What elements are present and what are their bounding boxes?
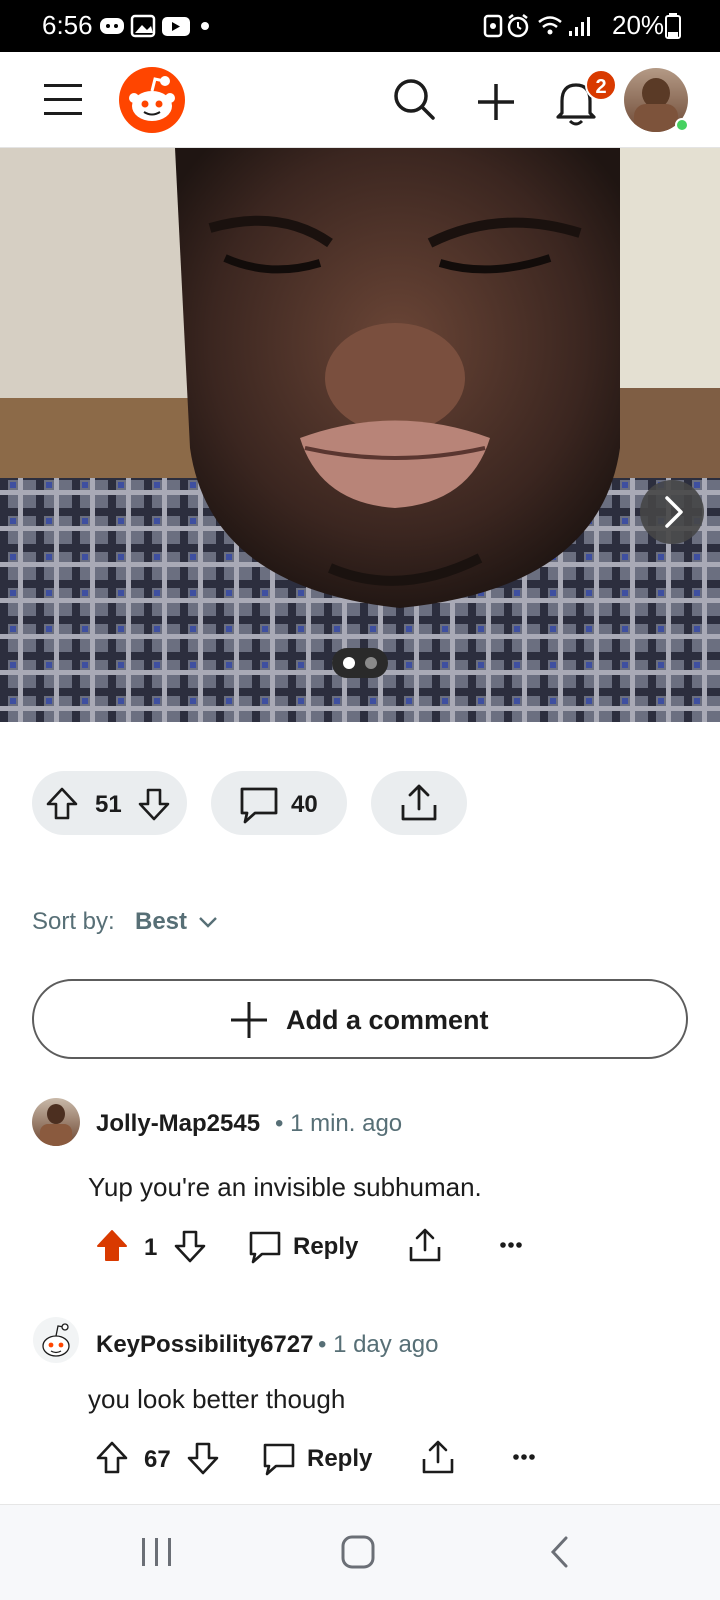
comment-timestamp: • 1 min. ago bbox=[275, 1110, 403, 1137]
carousel-dot bbox=[365, 657, 377, 669]
battery-percentage: 20% bbox=[612, 10, 665, 40]
menu-icon[interactable] bbox=[44, 82, 84, 116]
reddit-logo[interactable] bbox=[118, 66, 186, 134]
reply-icon[interactable] bbox=[262, 1441, 296, 1477]
add-comment-label: Add a comment bbox=[286, 1005, 489, 1035]
recent-apps-icon[interactable] bbox=[140, 1535, 174, 1569]
comment-icon bbox=[240, 787, 278, 824]
plus-icon bbox=[231, 1002, 267, 1038]
upvote-icon-active[interactable] bbox=[96, 1229, 128, 1263]
comment-count: 40 bbox=[291, 791, 318, 818]
comment-timestamp: • 1 day ago bbox=[318, 1331, 439, 1358]
share-icon bbox=[401, 784, 437, 821]
share-icon[interactable] bbox=[421, 1440, 455, 1476]
reply-button[interactable]: Reply bbox=[293, 1233, 358, 1261]
post-image[interactable] bbox=[0, 148, 720, 722]
downvote-icon[interactable] bbox=[138, 787, 170, 821]
comment-author[interactable]: KeyPossibility6727 bbox=[96, 1331, 313, 1359]
system-navigation-bar bbox=[0, 1504, 720, 1600]
back-icon[interactable] bbox=[548, 1535, 572, 1569]
vote-pill: 51 bbox=[32, 771, 187, 835]
reply-button[interactable]: Reply bbox=[307, 1445, 372, 1473]
notification-badge: 2 bbox=[585, 69, 617, 101]
comment-body: you look better though bbox=[88, 1384, 346, 1414]
comment-author[interactable]: Jolly-Map2545 bbox=[96, 1110, 260, 1138]
battery-icon bbox=[665, 13, 681, 39]
chevron-down-icon[interactable] bbox=[198, 915, 218, 929]
post-photo bbox=[0, 148, 720, 722]
post-score: 51 bbox=[95, 791, 122, 818]
carousel-dot-active bbox=[343, 657, 355, 669]
carousel-indicator bbox=[332, 648, 388, 678]
home-icon[interactable] bbox=[340, 1534, 376, 1570]
more-options-icon[interactable] bbox=[512, 1452, 536, 1462]
comment-body: Yup you're an invisible subhuman. bbox=[88, 1172, 482, 1202]
comment-score: 67 bbox=[144, 1446, 171, 1473]
more-options-icon[interactable] bbox=[499, 1240, 523, 1250]
comment-score: 1 bbox=[144, 1234, 158, 1261]
carousel-next-button[interactable] bbox=[640, 480, 704, 544]
share-icon[interactable] bbox=[408, 1228, 442, 1264]
comments-button[interactable]: 40 bbox=[211, 771, 347, 835]
comment-avatar-snoo[interactable] bbox=[32, 1316, 80, 1364]
reply-icon[interactable] bbox=[248, 1229, 282, 1265]
create-post-icon[interactable] bbox=[476, 82, 516, 122]
chevron-right-icon bbox=[665, 496, 683, 528]
share-button[interactable] bbox=[371, 771, 467, 835]
status-notification-icons bbox=[100, 14, 209, 38]
upvote-icon[interactable] bbox=[96, 1441, 128, 1475]
top-app-bar bbox=[0, 52, 720, 148]
downvote-icon[interactable] bbox=[174, 1229, 206, 1263]
status-system-icons bbox=[483, 14, 590, 38]
downvote-icon[interactable] bbox=[187, 1441, 219, 1475]
status-bar: 6:56 20% bbox=[0, 0, 720, 52]
sort-dropdown[interactable]: Best bbox=[135, 908, 187, 936]
sort-label: Sort by: bbox=[32, 908, 115, 935]
status-time: 6:56 bbox=[42, 10, 93, 40]
comment-avatar[interactable] bbox=[32, 1098, 80, 1146]
online-status-indicator bbox=[675, 118, 689, 132]
add-comment-button[interactable]: Add a comment bbox=[32, 979, 688, 1059]
upvote-icon[interactable] bbox=[46, 787, 78, 821]
search-icon[interactable] bbox=[393, 78, 437, 122]
